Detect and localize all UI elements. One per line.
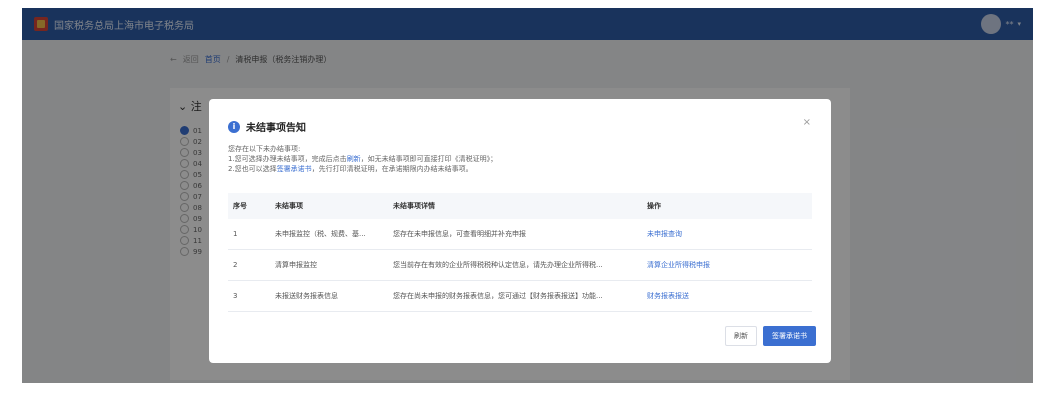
row-item: 清算申报监控 <box>270 249 388 281</box>
sign-commitment-link[interactable]: 签署承诺书 <box>277 165 312 173</box>
row-no: 1 <box>228 219 270 250</box>
row-action-link[interactable]: 未申报查询 <box>642 219 812 250</box>
row-detail: 您存在尚未申报的财务报表信息，您可通过【财务报表报送】功能... <box>388 280 642 312</box>
column-header-action: 操作 <box>642 193 812 219</box>
row-detail: 您当前存在有效的企业所得税税种认定信息，请先办理企业所得税... <box>388 249 642 281</box>
table-row: 3 未报送财务报表信息 您存在尚未申报的财务报表信息，您可通过【财务报表报送】功… <box>228 280 812 312</box>
row-item: 未报送财务报表信息 <box>270 280 388 312</box>
pending-items-dialog: i 未结事项告知 × 您存在以下未办结事项: 1.您可选择办理未结事项，完成后点… <box>209 99 831 363</box>
refresh-button[interactable]: 刷新 <box>725 326 757 346</box>
table-row: 2 清算申报监控 您当前存在有效的企业所得税税种认定信息，请先办理企业所得税..… <box>228 249 812 281</box>
column-header-item: 未结事项 <box>270 193 388 219</box>
row-action-link[interactable]: 财务报表报送 <box>642 280 812 312</box>
row-detail: 您存在未申报信息，可查看明细并补充申报 <box>388 219 642 250</box>
column-header-no: 序号 <box>228 193 270 219</box>
dialog-title: 未结事项告知 <box>246 123 306 134</box>
dialog-description: 您存在以下未办结事项: 1.您可选择办理未结事项，完成后点击刷新，如无未结事项即… <box>228 145 498 173</box>
table-row: 1 未申报监控（税、规费、基... 您存在未申报信息，可查看明细并补充申报 未申… <box>228 219 812 250</box>
row-item: 未申报监控（税、规费、基... <box>270 219 388 250</box>
row-action-link[interactable]: 清算企业所得税申报 <box>642 249 812 281</box>
info-icon: i <box>228 120 240 133</box>
column-header-detail: 未结事项详情 <box>388 193 642 219</box>
refresh-link[interactable]: 刷新 <box>347 155 361 163</box>
sign-commitment-button[interactable]: 签署承诺书 <box>763 326 816 346</box>
pending-items-table: 序号 未结事项 未结事项详情 操作 1 未申报监控（税、规费、基... 您存在未… <box>228 193 812 312</box>
row-no: 3 <box>228 280 270 312</box>
row-no: 2 <box>228 249 270 281</box>
close-icon[interactable]: × <box>803 117 811 128</box>
